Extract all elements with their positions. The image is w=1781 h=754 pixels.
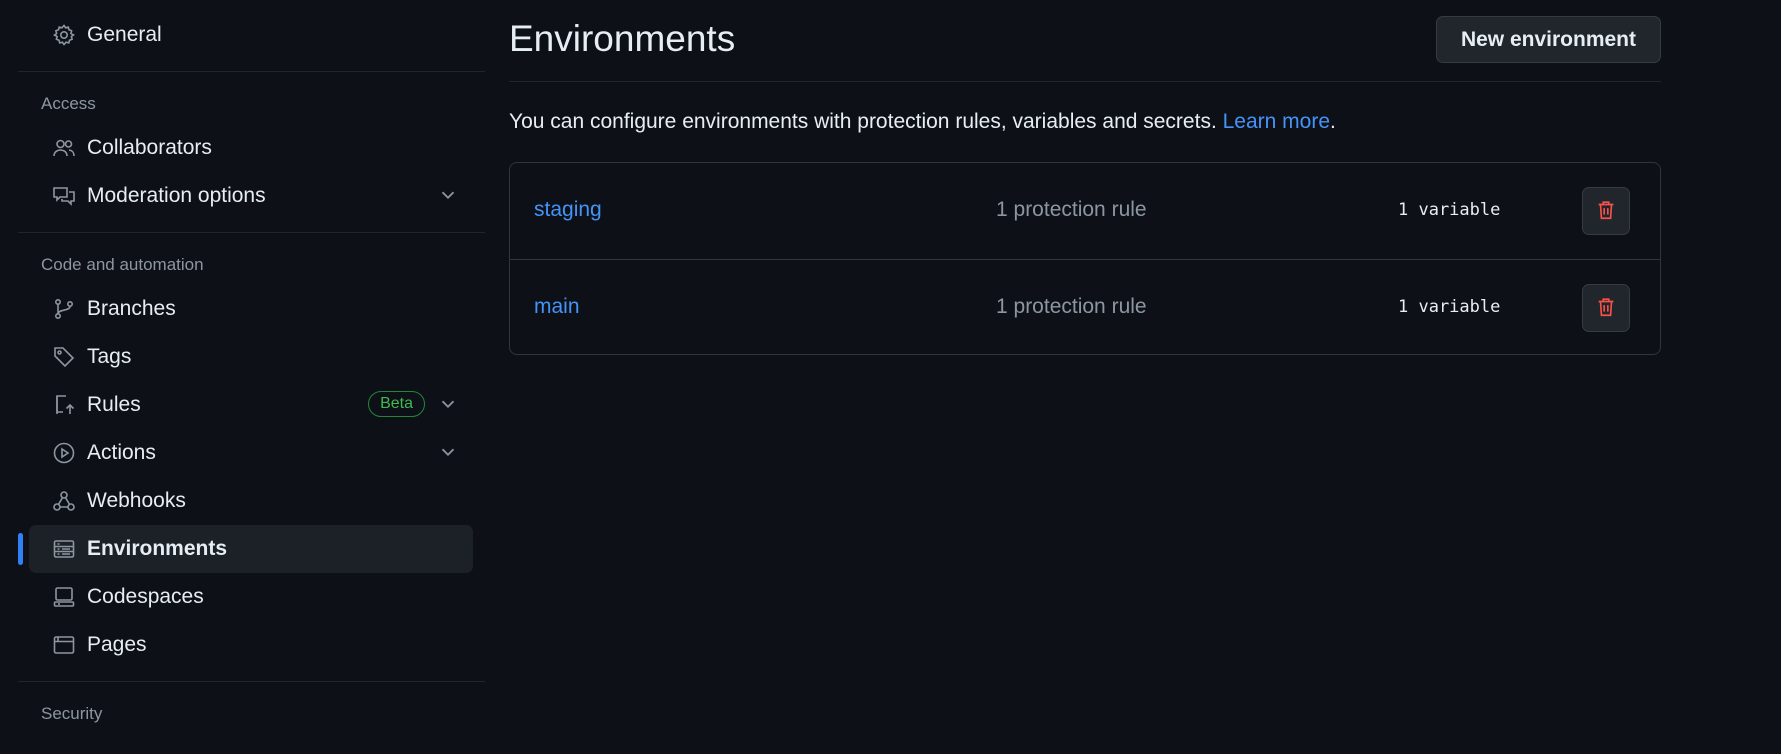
section-title-access: Access: [41, 94, 96, 113]
sidebar-item-label: Branches: [87, 297, 176, 320]
delete-environment-button[interactable]: [1582, 187, 1630, 235]
environment-name-link[interactable]: staging: [534, 198, 602, 222]
variable-count: 1 variable: [1398, 200, 1501, 220]
beta-badge: Beta: [368, 391, 425, 417]
play-icon: [51, 440, 77, 466]
chevron-down-icon[interactable]: [437, 184, 459, 206]
server-icon: [51, 536, 77, 562]
sidebar-item-webhooks[interactable]: Webhooks: [29, 477, 473, 525]
sidebar-item-tags[interactable]: Tags: [29, 333, 473, 381]
environment-name-link[interactable]: main: [534, 295, 580, 319]
list-item: main 1 protection rule 1 variable: [510, 259, 1660, 355]
learn-more-link[interactable]: Learn more: [1223, 110, 1330, 133]
git-branch-icon: [51, 296, 77, 322]
page-title: Environments: [509, 18, 736, 59]
page-description: You can configure environments with prot…: [509, 110, 1336, 134]
sidebar-divider: [18, 71, 485, 72]
sidebar-item-label: Codespaces: [87, 585, 204, 608]
browser-icon: [51, 632, 77, 658]
section-title-security: Security: [41, 704, 103, 723]
sidebar-item-label: Collaborators: [87, 136, 212, 159]
trash-icon: [1595, 296, 1617, 321]
active-indicator: [18, 533, 23, 565]
sidebar-item-pages[interactable]: Pages: [29, 621, 473, 669]
sidebar-item-actions[interactable]: Actions: [29, 429, 473, 477]
comment-discussion-icon: [51, 183, 77, 209]
sidebar-item-general[interactable]: General: [29, 11, 473, 59]
sidebar-divider: [18, 681, 485, 682]
sidebar-divider: [18, 232, 485, 233]
sidebar-item-label: Webhooks: [87, 489, 186, 512]
protection-rule-count: 1 protection rule: [996, 198, 1147, 221]
sidebar-item-rules[interactable]: Rules Beta: [29, 381, 473, 429]
trash-icon: [1595, 199, 1617, 224]
description-period: .: [1330, 110, 1336, 133]
new-environment-button[interactable]: New environment: [1435, 16, 1661, 63]
sidebar-item-collaborators[interactable]: Collaborators: [29, 124, 473, 172]
repo-push-icon: [51, 392, 77, 418]
sidebar-item-label: General: [87, 23, 162, 46]
delete-environment-button[interactable]: [1582, 284, 1630, 332]
sidebar-item-label: Rules: [87, 393, 141, 416]
chevron-down-icon[interactable]: [437, 441, 459, 463]
sidebar-item-moderation[interactable]: Moderation options: [29, 172, 473, 220]
people-icon: [51, 135, 77, 161]
list-item: staging 1 protection rule 1 variable: [510, 163, 1660, 259]
description-text: You can configure environments with prot…: [509, 110, 1217, 133]
environments-list: staging 1 protection rule 1 variable mai…: [509, 162, 1661, 355]
variable-count: 1 variable: [1398, 297, 1501, 317]
sidebar-item-environments[interactable]: Environments: [18, 525, 473, 573]
settings-sidebar: General Access Collaborators Moderation …: [18, 0, 485, 734]
sidebar-item-codespaces[interactable]: Codespaces: [29, 573, 473, 621]
protection-rule-count: 1 protection rule: [996, 295, 1147, 318]
title-divider: [509, 81, 1661, 82]
sidebar-item-label: Actions: [87, 441, 156, 464]
chevron-down-icon[interactable]: [437, 393, 459, 415]
sidebar-item-label: Pages: [87, 633, 147, 656]
sidebar-item-label: Environments: [87, 537, 228, 560]
sidebar-item-label: Moderation options: [87, 184, 266, 207]
webhook-icon: [51, 488, 77, 514]
sidebar-item-branches[interactable]: Branches: [29, 285, 473, 333]
gear-icon: [51, 22, 77, 48]
sidebar-item-label: Tags: [87, 345, 132, 368]
tag-icon: [51, 344, 77, 370]
section-title-code-automation: Code and automation: [41, 255, 204, 274]
codespaces-icon: [51, 584, 77, 610]
